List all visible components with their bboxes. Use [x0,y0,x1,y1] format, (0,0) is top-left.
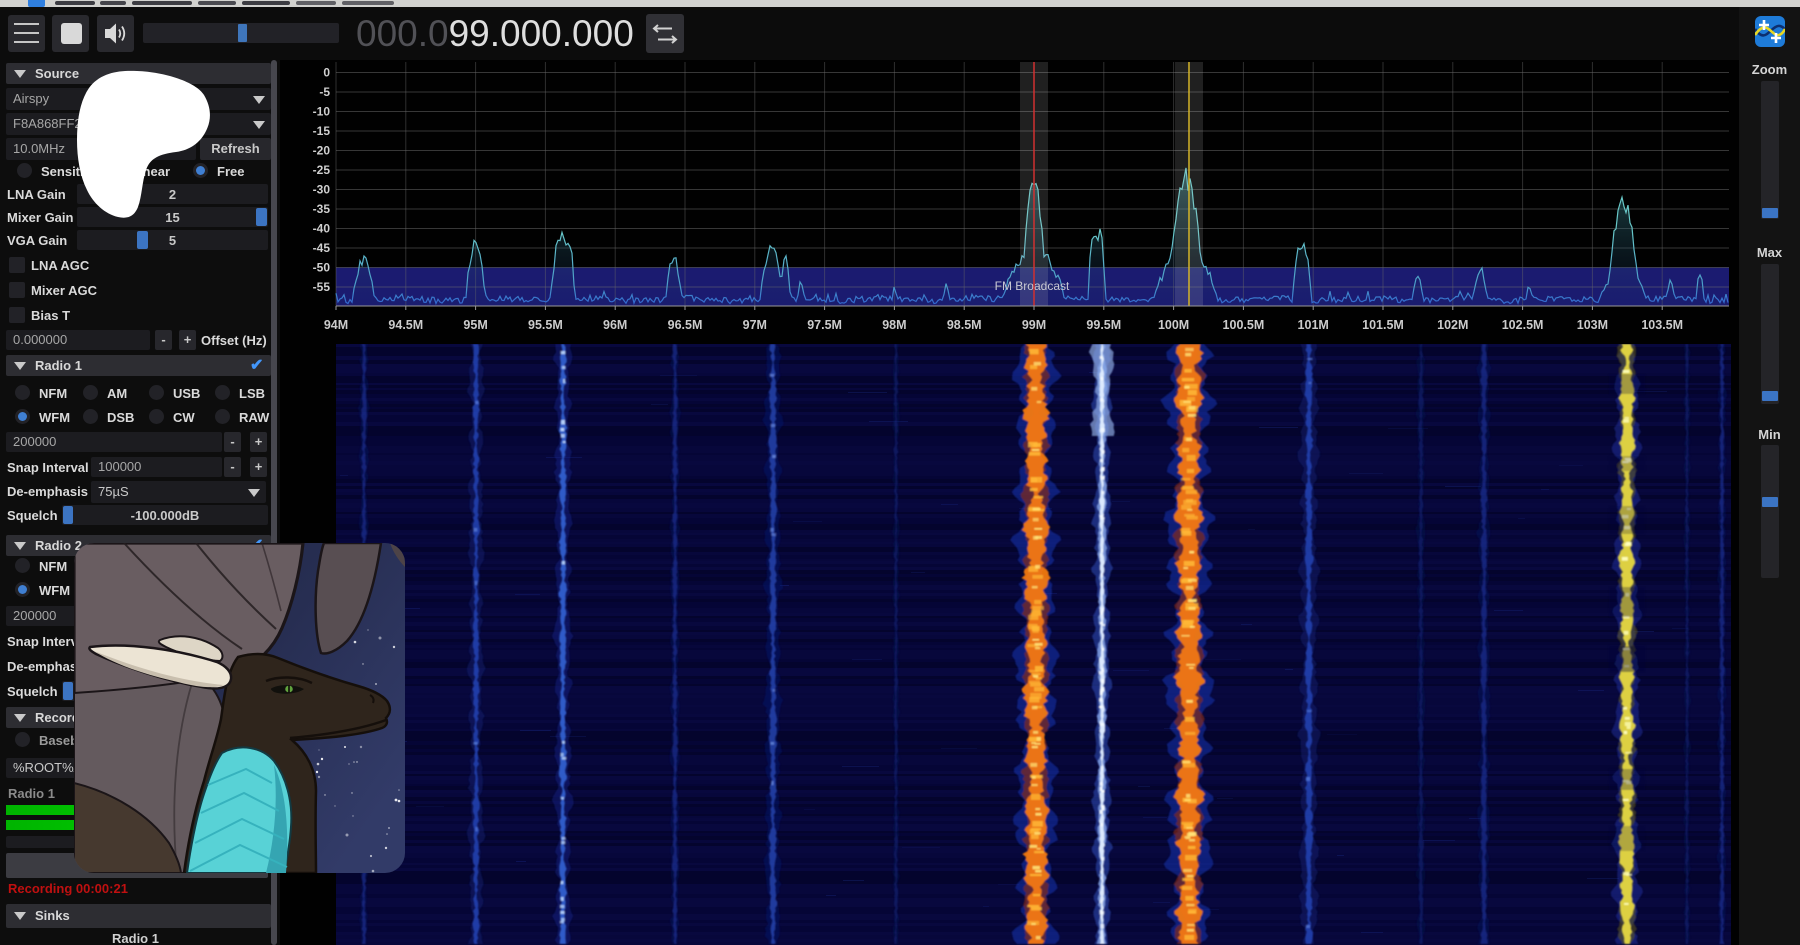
svg-text:94M: 94M [324,318,348,332]
svg-text:-55: -55 [313,280,331,294]
svg-text:95.5M: 95.5M [528,318,563,332]
svg-text:0: 0 [323,66,330,80]
svg-text:99M: 99M [1022,318,1046,332]
svg-text:99.5M: 99.5M [1086,318,1121,332]
svg-text:-5: -5 [319,85,330,99]
svg-text:-50: -50 [313,261,331,275]
svg-text:97.5M: 97.5M [807,318,842,332]
svg-text:96.5M: 96.5M [668,318,703,332]
svg-text:-25: -25 [313,163,331,177]
svg-text:94.5M: 94.5M [388,318,423,332]
svg-text:103M: 103M [1577,318,1608,332]
svg-text:-20: -20 [313,144,331,158]
svg-text:-45: -45 [313,241,331,255]
svg-text:-30: -30 [313,183,331,197]
svg-text:-35: -35 [313,202,331,216]
svg-text:98M: 98M [882,318,906,332]
svg-text:-10: -10 [313,105,331,119]
svg-text:100M: 100M [1158,318,1189,332]
svg-text:97M: 97M [743,318,767,332]
svg-text:101.5M: 101.5M [1362,318,1404,332]
svg-text:96M: 96M [603,318,627,332]
svg-text:100.5M: 100.5M [1223,318,1265,332]
svg-text:95M: 95M [463,318,487,332]
svg-text:103.5M: 103.5M [1641,318,1683,332]
svg-text:-15: -15 [313,124,331,138]
svg-text:101M: 101M [1298,318,1329,332]
svg-text:102M: 102M [1437,318,1468,332]
svg-text:-40: -40 [313,222,331,236]
svg-text:98.5M: 98.5M [947,318,982,332]
svg-text:102.5M: 102.5M [1502,318,1544,332]
